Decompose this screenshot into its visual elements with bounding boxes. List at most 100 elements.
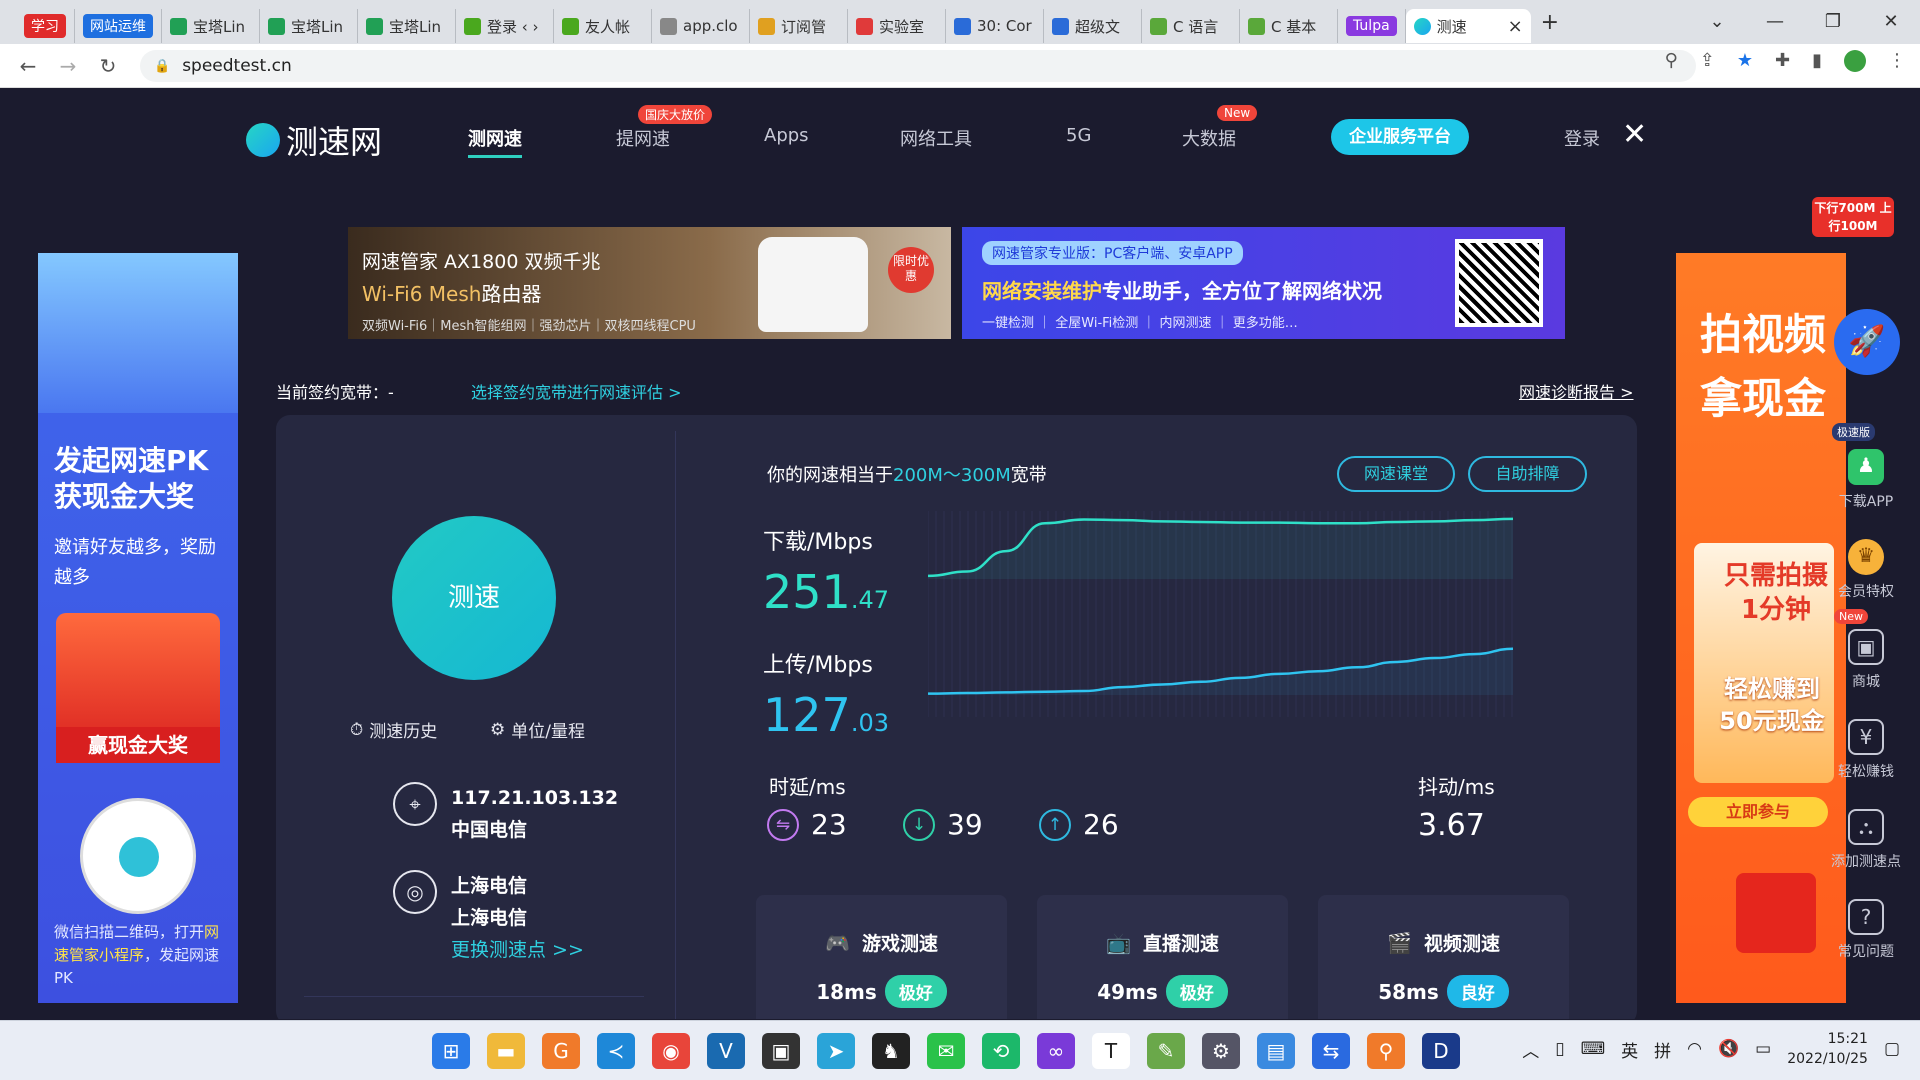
clock[interactable]: 15:21 2022/10/25 bbox=[1787, 1029, 1868, 1069]
app-image-icon[interactable]: ▤ bbox=[1257, 1033, 1295, 1069]
browser-tab[interactable]: 订阅管 bbox=[750, 9, 848, 43]
tab-active[interactable]: 测速 × bbox=[1405, 9, 1531, 43]
select-contract-link[interactable]: 选择签约宽带进行网速评估 > bbox=[471, 379, 682, 403]
browser-tab[interactable]: C 语言 bbox=[1142, 9, 1240, 43]
app-remote-icon[interactable]: ⇆ bbox=[1312, 1033, 1350, 1069]
enterprise-button[interactable]: 企业服务平台 bbox=[1331, 119, 1469, 155]
nav-apps[interactable]: Apps bbox=[764, 125, 809, 146]
extensions-icon[interactable]: ✚ bbox=[1775, 50, 1790, 72]
app-terminal-icon[interactable]: ▣ bbox=[762, 1033, 800, 1069]
volume-muted-icon[interactable]: 🔇 bbox=[1718, 1039, 1739, 1059]
browser-tab[interactable]: 宝塔Lin bbox=[358, 9, 456, 43]
telegram-icon[interactable]: ➤ bbox=[817, 1033, 855, 1069]
visual-studio-icon[interactable]: ∞ bbox=[1037, 1033, 1075, 1069]
left-ad[interactable]: 发起网速PK获现金大奖 邀请好友越多，奖励越多 赢现金大奖 微信扫描二维码，打开… bbox=[38, 253, 238, 1003]
self-troubleshoot-button[interactable]: 自助排障 bbox=[1468, 456, 1587, 492]
ime-lang[interactable]: 英 bbox=[1621, 1037, 1638, 1062]
game-test-card[interactable]: 🎮 游戏测速 18ms 极好 bbox=[756, 895, 1007, 1019]
keyboard-icon[interactable]: ⌨ bbox=[1581, 1039, 1606, 1059]
sidepanel-icon[interactable]: ▮ bbox=[1812, 50, 1822, 72]
battery-icon[interactable]: ▭ bbox=[1755, 1039, 1771, 1059]
tool-download-app[interactable]: ♟ 下载APP bbox=[1822, 449, 1910, 511]
app-v-icon[interactable]: V bbox=[707, 1033, 745, 1069]
maximize-button[interactable]: ❐ bbox=[1804, 6, 1862, 38]
chrome-icon[interactable]: ◉ bbox=[652, 1033, 690, 1069]
browser-tab[interactable]: 登录 ‹ › bbox=[456, 9, 554, 43]
profile-avatar[interactable] bbox=[1844, 50, 1866, 72]
nav-speedtest[interactable]: 测网速 bbox=[468, 125, 522, 158]
app-g-icon[interactable]: G bbox=[542, 1033, 580, 1069]
tool-earn[interactable]: ¥ 轻松赚钱 bbox=[1822, 719, 1910, 781]
nav-boost[interactable]: 提网速 bbox=[616, 125, 670, 151]
change-node-link[interactable]: 更换测速点 >> bbox=[451, 934, 584, 966]
qq-icon[interactable]: ♞ bbox=[872, 1033, 910, 1069]
nav-5g[interactable]: 5G bbox=[1066, 125, 1091, 146]
join-button[interactable]: 立即参与 bbox=[1688, 797, 1828, 827]
omnibox[interactable]: 🔒 speedtest.cn bbox=[140, 50, 1696, 82]
tool-shop[interactable]: ▣ 商城 bbox=[1822, 629, 1910, 691]
browser-tab[interactable]: 网站运维 bbox=[75, 9, 162, 43]
file-explorer-icon[interactable]: ▬ bbox=[487, 1033, 525, 1069]
speed-class-button[interactable]: 网速课堂 bbox=[1337, 456, 1455, 492]
wechat-icon[interactable]: ✉ bbox=[927, 1033, 965, 1069]
browser-tab[interactable]: 友人帐 bbox=[554, 9, 652, 43]
ime-mode[interactable]: 拼 bbox=[1654, 1037, 1671, 1062]
site-logo[interactable]: 测速网 bbox=[246, 117, 382, 163]
browser-tab[interactable]: 实验室 bbox=[848, 9, 946, 43]
tool-membership[interactable]: ♛ 会员特权 bbox=[1822, 539, 1910, 601]
forward-icon[interactable]: → bbox=[48, 54, 88, 78]
vscode-icon[interactable]: ≺ bbox=[597, 1033, 635, 1069]
browser-tab[interactable]: app.clo bbox=[652, 9, 750, 43]
close-window-button[interactable]: ✕ bbox=[1862, 6, 1920, 38]
browser-tab[interactable]: 宝塔Lin bbox=[162, 9, 260, 43]
back-icon[interactable]: ← bbox=[8, 54, 48, 78]
url-text[interactable]: speedtest.cn bbox=[182, 56, 292, 76]
router-banner[interactable]: 网速管家 AX1800 双频千兆 Wi-Fi6 Mesh路由器 双频Wi-Fi6… bbox=[348, 227, 951, 339]
tab-search-button[interactable]: ⌄ bbox=[1688, 6, 1746, 38]
browser-tab[interactable]: 宝塔Lin bbox=[260, 9, 358, 43]
devcpp-icon[interactable]: D bbox=[1422, 1033, 1460, 1069]
typora-icon[interactable]: T bbox=[1092, 1033, 1130, 1069]
reload-icon[interactable]: ↻ bbox=[88, 54, 128, 78]
nav-tools[interactable]: 网络工具 bbox=[900, 125, 972, 151]
start-test-button[interactable]: 测速 bbox=[392, 516, 556, 680]
bookmark-star-icon[interactable]: ★ bbox=[1737, 50, 1753, 72]
tool-add-node[interactable]: ⛬ 添加测速点 bbox=[1822, 809, 1910, 871]
menu-icon[interactable]: ⋮ bbox=[1888, 50, 1906, 72]
new-tab-button[interactable]: + bbox=[1531, 10, 1569, 35]
browser-tab[interactable]: 30: Cor bbox=[946, 9, 1044, 43]
nav-bigdata[interactable]: 大数据 bbox=[1182, 125, 1236, 151]
units-button[interactable]: ⚙ 单位/量程 bbox=[490, 717, 585, 743]
live-test-card[interactable]: 📺 直播测速 49ms 极好 bbox=[1037, 895, 1288, 1019]
right-ad[interactable]: 拍视频拿现金 只需拍摄1分钟 轻松赚到50元现金 立即参与 bbox=[1676, 253, 1846, 1003]
pro-app-banner[interactable]: 网速管家专业版：PC客户端、安卓APP 网络安装维护专业助手，全方位了解网络状况… bbox=[962, 227, 1565, 339]
tab-group-chip[interactable]: 学习 bbox=[24, 14, 66, 38]
diagnosis-report-link[interactable]: 网速诊断报告 > bbox=[1519, 379, 1634, 403]
tab-group-chip[interactable]: Tulpa bbox=[1346, 16, 1397, 36]
minimize-button[interactable]: — bbox=[1746, 6, 1804, 38]
video-test-card[interactable]: 🎬 视频测速 58ms 良好 bbox=[1318, 895, 1569, 1019]
login-link[interactable]: 登录 bbox=[1564, 125, 1600, 151]
share-icon[interactable]: ⇪ bbox=[1700, 50, 1715, 72]
start-menu-icon[interactable]: ⊞ bbox=[432, 1033, 470, 1069]
browser-tab[interactable]: C 基本 bbox=[1240, 9, 1338, 43]
usb-icon[interactable]: ▯ bbox=[1555, 1039, 1564, 1059]
search-tool-icon[interactable]: ⚲ bbox=[1367, 1033, 1405, 1069]
promo-float-badge[interactable]: 下行700M 上行100M bbox=[1812, 197, 1894, 237]
history-button[interactable]: ⏱ 测速历史 bbox=[350, 717, 437, 743]
app-sync-icon[interactable]: ⟲ bbox=[982, 1033, 1020, 1069]
notification-icon[interactable]: ▢ bbox=[1884, 1039, 1900, 1059]
rocket-icon[interactable]: 🚀 bbox=[1834, 309, 1900, 375]
settings-icon[interactable]: ⚙ bbox=[1202, 1033, 1240, 1069]
browser-tab[interactable]: Tulpa bbox=[1338, 9, 1406, 43]
wifi-icon[interactable]: ◠ bbox=[1687, 1039, 1702, 1059]
tray-chevron-icon[interactable]: ︿ bbox=[1522, 1037, 1539, 1062]
close-icon[interactable]: ✕ bbox=[1622, 117, 1647, 152]
browser-tab[interactable]: 超级文 bbox=[1044, 9, 1142, 43]
tab-group-chip[interactable]: 网站运维 bbox=[83, 14, 153, 38]
app-pencil-icon[interactable]: ✎ bbox=[1147, 1033, 1185, 1069]
location-icon[interactable]: ⚲ bbox=[1665, 50, 1678, 72]
tool-faq[interactable]: ? 常见问题 bbox=[1822, 899, 1910, 961]
tab-close-icon[interactable]: × bbox=[1508, 16, 1523, 37]
browser-tab[interactable]: 学习 bbox=[16, 9, 75, 43]
